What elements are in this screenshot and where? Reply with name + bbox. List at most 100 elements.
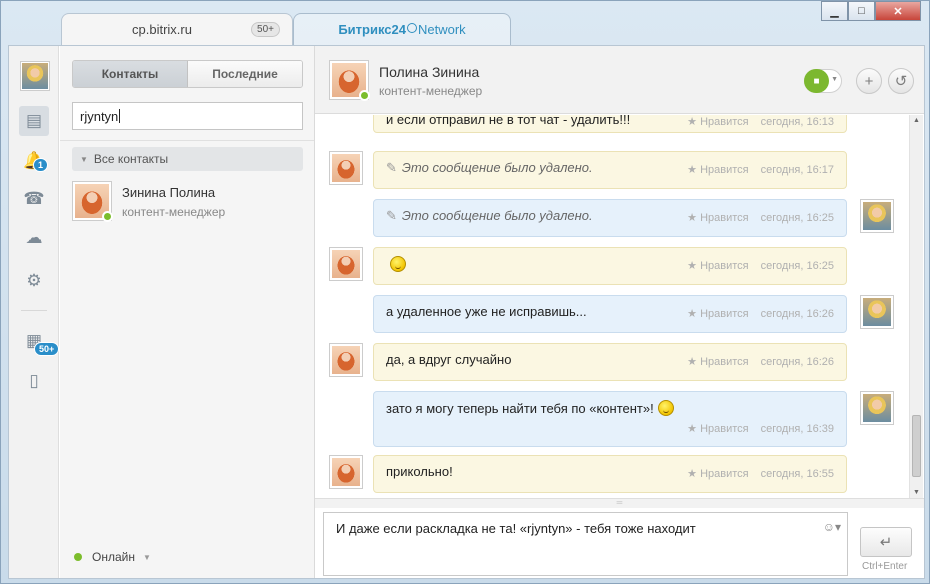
message-row: ★ Нравится сегодня, 16:25 [315,247,905,285]
star-icon: ★ [687,260,701,272]
like-button[interactable]: ★ Нравится [687,468,748,480]
message-meta: ★ Нравится сегодня, 16:26 [687,355,834,368]
contact-role: контент-менеджер [122,205,226,219]
tab-portal-label: cp.bitrix.ru [132,22,192,37]
smiley-picker-icon[interactable]: ☺▾ [823,520,841,534]
message-time: сегодня, 16:26 [760,356,834,368]
text-cursor [119,109,121,123]
search-input[interactable]: rjyntyn [72,102,303,130]
message-avatar[interactable] [329,455,363,489]
message-avatar[interactable] [329,247,363,281]
clock-icon [406,23,417,33]
book-icon[interactable]: ▯ [19,366,49,396]
chat-panel: Полина Зинина контент-менеджер ■ ▼ + ↺ и … [315,46,924,578]
star-icon: ★ [687,116,701,128]
icon-sidebar: ▤ 🔔 1 ☎ ☁ ⚙ ▦ 50+ ▯ [9,46,60,578]
contact-name: Зинина Полина [122,185,216,200]
chevron-down-icon: ▼ [142,552,151,562]
maximize-button[interactable]: □ [848,1,875,21]
message-time: сегодня, 16:26 [760,308,834,320]
settings-icon[interactable]: ⚙ [19,266,49,296]
message-meta: ★ Нравится сегодня, 16:25 [687,259,834,272]
chat-avatar[interactable] [329,60,370,101]
like-label: Нравится [700,423,749,435]
like-button[interactable]: ★ Нравится [687,116,748,128]
contact-group-header[interactable]: ▼ Все контакты [72,147,303,171]
message-avatar[interactable] [329,343,363,377]
history-icon: ↺ [894,73,908,90]
star-icon: ★ [687,308,701,320]
message-time: сегодня, 16:39 [760,423,834,435]
scroll-down-icon[interactable]: ▼ [913,489,920,496]
tab-portal[interactable]: cp.bitrix.ru 50+ [61,13,293,45]
phone-icon[interactable]: ☎ [19,184,49,214]
contact-item[interactable]: Зинина Полина контент-менеджер [72,181,303,223]
message-time: сегодня, 16:25 [760,212,834,224]
message-text: прикольно! [386,464,453,479]
scrollbar[interactable]: ▲ ▼ [909,115,923,498]
like-button[interactable]: ★ Нравится [687,356,748,368]
history-button[interactable]: ↺ [888,68,914,94]
status-selector[interactable]: Онлайн ▼ [74,550,151,564]
video-camera-icon: ■ [804,69,829,93]
send-button[interactable]: ↵ [860,527,912,557]
contacts-tabs: Контакты Последние [72,60,303,88]
apps-badge: 50+ [34,342,60,356]
video-call-button[interactable]: ■ ▼ [804,69,842,93]
message-bubble: прикольно! ★ Нравится сегодня, 16:55 [373,455,847,493]
message-bubble: ✎ Это сообщение было удалено. ★ Нравится се… [373,151,847,189]
network-text: Network [417,22,466,37]
like-button[interactable]: ★ Нравится [687,423,748,435]
message-time: сегодня, 16:25 [760,260,834,272]
app-window: ▁ □ ✕ cp.bitrix.ru 50+ Битрикс24 Network … [0,0,930,584]
chat-actions: ■ ▼ + ↺ [804,68,914,94]
chat-subtitle: контент-менеджер [379,84,483,98]
scrollbar-thumb[interactable] [912,415,921,477]
tab-network-label: Битрикс24 Network [338,22,465,37]
like-button[interactable]: ★ Нравится [687,212,748,224]
message-input[interactable]: И даже если раскладка не та! «rjyntyn» -… [323,512,848,576]
star-icon: ★ [687,468,701,480]
message-text: Это сообщение было удалено. [401,208,593,223]
message-row: а удаленное уже не исправишь... ★ Нравитс… [315,295,905,333]
message-text: да, а вдруг случайно [386,352,512,367]
disk-icon[interactable]: ☁ [19,223,49,253]
message-text: а удаленное уже не исправишь... [386,304,587,319]
smiley-icon [657,400,674,416]
message-avatar[interactable] [860,391,894,425]
online-status-icon [359,90,370,101]
message-bubble: а удаленное уже не исправишь... ★ Нравитс… [373,295,847,333]
like-label: Нравится [700,260,749,272]
close-button[interactable]: ✕ [875,1,921,21]
message-time: сегодня, 16:55 [760,468,834,480]
send-hint: Ctrl+Enter [862,561,908,572]
minimize-button[interactable]: ▁ [821,1,848,21]
add-user-button[interactable]: + [856,68,882,94]
star-icon: ★ [687,212,701,224]
like-button[interactable]: ★ Нравится [687,164,748,176]
chat-title: Полина Зинина [379,64,480,80]
resize-handle[interactable]: ═ [315,498,924,508]
like-button[interactable]: ★ Нравится [687,260,748,272]
message-avatar[interactable] [860,295,894,329]
my-avatar[interactable] [20,61,50,91]
message-row: ✎ Это сообщение было удалено. ★ Нравится се… [315,199,905,237]
like-label: Нравится [700,308,749,320]
chat-icon[interactable]: ▤ [19,106,49,136]
message-meta: ★ Нравится сегодня, 16:17 [687,163,834,176]
like-label: Нравится [700,468,749,480]
enter-icon: ↵ [879,534,893,551]
like-label: Нравится [700,356,749,368]
message-avatar[interactable] [329,151,363,185]
scroll-up-icon[interactable]: ▲ [913,117,920,124]
tab-recent[interactable]: Последние [188,61,302,87]
message-input-value: И даже если раскладка не та! «rjyntyn» -… [336,521,696,536]
like-button[interactable]: ★ Нравится [687,308,748,320]
message-row: да, а вдруг случайно ★ Нравится сегодня, 1… [315,343,905,381]
star-icon: ★ [687,423,701,435]
tab-contacts[interactable]: Контакты [73,61,188,87]
message-meta: ★ Нравится сегодня, 16:26 [687,307,834,320]
message-avatar[interactable] [860,199,894,233]
like-label: Нравится [700,116,749,128]
tab-network[interactable]: Битрикс24 Network [293,13,511,45]
